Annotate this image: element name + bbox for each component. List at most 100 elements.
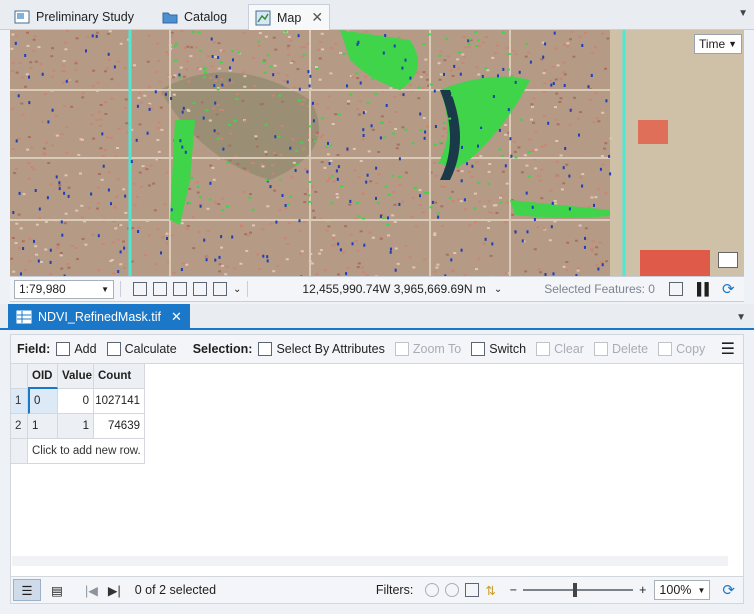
clear-selection-button[interactable]: Clear [536,342,584,356]
urban-parcel [87,207,91,210]
table-cell-oid[interactable]: 1 [28,414,58,439]
tab-map[interactable]: Map ✕ [248,4,331,30]
urban-parcel [18,247,22,250]
select-by-attributes-button[interactable]: Select By Attributes [258,342,385,356]
mask-pixel [389,250,392,254]
delete-button[interactable]: Delete [593,342,648,356]
mask-pixel [205,109,209,112]
zoom-in-icon[interactable]: + [639,583,646,597]
extent-filter-icon[interactable] [425,583,440,597]
row-number[interactable]: 2 [11,414,28,439]
urban-parcel [543,69,547,72]
urban-parcel [195,181,199,184]
zoom-to-button[interactable]: Zoom To [394,342,461,356]
close-icon[interactable]: ✕ [171,309,182,325]
mask-pixel [175,42,179,45]
mask-pixel [213,84,216,88]
refresh-icon[interactable]: ⟳ [722,280,735,298]
urban-parcel [52,69,56,72]
tab-preliminary-study[interactable]: Preliminary Study [8,4,140,30]
add-new-row[interactable]: Click to add new row. [28,439,145,464]
add-field-button[interactable]: Add [56,342,97,356]
definition-query-filter-icon[interactable] [465,583,480,597]
snapping-icon[interactable] [173,282,187,296]
table-cell-count[interactable]: 1027141 [94,389,145,414]
north-arrow-icon[interactable] [213,282,227,296]
corner-cell[interactable] [11,364,28,389]
urban-parcel [570,30,574,33]
column-header-value[interactable]: Value [58,364,94,389]
zoom-slider[interactable] [523,583,634,597]
mask-pixel [219,61,223,64]
urban-parcel [24,85,27,88]
table-cell-oid[interactable]: 0 [28,389,58,414]
urban-parcel [137,96,141,99]
overview-toggle-icon[interactable] [718,252,738,268]
first-record-icon[interactable]: |◀ [85,583,98,598]
urban-parcel [90,114,94,117]
urban-parcel [224,273,228,276]
scale-selector[interactable]: 1:79,980 ▼ [14,279,114,299]
show-selected-records-icon[interactable]: ▤ [43,579,71,601]
refresh-icon[interactable]: ⟳ [722,581,735,599]
urban-parcel [418,189,422,192]
chevron-down-icon[interactable]: ⌄ [233,284,241,295]
mask-pixel [507,53,511,56]
table-cell-value[interactable]: 0 [58,389,94,414]
mask-pixel [320,117,324,120]
urban-parcel [590,196,594,199]
mask-pixel [284,30,288,33]
menu-icon[interactable]: ☰ [721,339,735,359]
mask-pixel [362,111,365,115]
urban-parcel [155,70,159,73]
table-cell-value[interactable]: 1 [58,414,94,439]
table-icon[interactable] [153,282,167,296]
close-icon[interactable]: ✕ [311,9,323,26]
calculate-field-button[interactable]: Calculate [106,342,177,356]
selected-features-count[interactable]: Selected Features: 0 [544,282,655,296]
constraint-icon[interactable] [193,282,207,296]
column-header-oid[interactable]: OID [28,364,58,389]
chevron-down-icon[interactable]: ⌄ [494,284,502,295]
urban-parcel [106,32,110,35]
show-all-records-icon[interactable]: ☰ [13,579,41,601]
tab-catalog[interactable]: Catalog [156,4,233,30]
mask-pixel [41,72,44,76]
urban-parcel [336,154,340,156]
map-view[interactable] [10,30,744,276]
table-cell-count[interactable]: 74639 [94,414,145,439]
tab-ndvi-refined-mask[interactable]: NDVI_RefinedMask.tif ✕ [8,304,190,330]
zoom-out-icon[interactable]: − [510,583,517,597]
mask-pixel [308,200,312,203]
mask-pixel [136,104,139,108]
mask-pixel [562,166,565,170]
switch-selection-button[interactable]: Switch [471,342,526,356]
urban-parcel [156,126,160,129]
chevron-down-icon: ▼ [697,585,706,595]
sort-icon[interactable]: ⇅ [485,583,495,598]
urban-parcel [287,35,291,38]
urban-parcel [243,75,247,78]
urban-parcel [408,256,412,259]
zoom-level-selector[interactable]: 100% ▼ [654,580,711,600]
pause-drawing-icon[interactable]: ▌▌ [697,282,713,296]
grid-icon[interactable] [133,282,147,296]
filter-icon[interactable] [668,282,683,296]
urban-parcel [147,34,151,37]
last-record-icon[interactable]: ▶| [108,583,121,598]
urban-parcel [417,97,421,100]
row-number[interactable]: 1 [11,389,28,414]
chevron-down-icon[interactable]: ▼ [736,312,746,323]
mask-pixel [422,43,426,46]
horizontal-scrollbar[interactable] [12,556,728,566]
tab-label: Map [277,10,302,25]
mask-pixel [230,50,234,53]
column-header-count[interactable]: Count [94,364,145,389]
chevron-down-icon[interactable]: ▼ [738,8,748,19]
time-filter-icon[interactable] [445,583,460,597]
urban-parcel [264,35,268,38]
copy-button[interactable]: Copy [658,342,705,356]
catalog-folder-icon [162,9,178,25]
slider-thumb[interactable] [573,583,578,597]
time-slider-button[interactable]: Time ▼ [694,34,742,54]
